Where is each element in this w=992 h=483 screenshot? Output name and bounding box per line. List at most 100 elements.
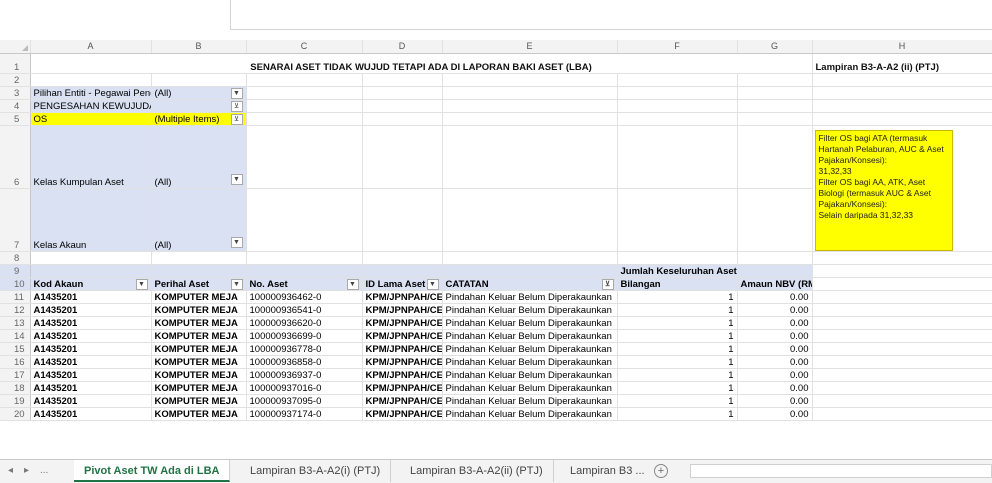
cell-catatan[interactable]: Pindahan Keluar Belum Diperakaunkan — [442, 303, 618, 317]
cell-no-aset[interactable]: 100000936620-0 — [246, 316, 363, 330]
cell[interactable] — [442, 188, 618, 252]
cell-catatan[interactable]: Pindahan Keluar Belum Diperakaunkan — [442, 342, 618, 356]
tab-lampiran-b3-a-a2-ii[interactable]: Lampiran B3-A-A2(ii) (PTJ) — [400, 460, 554, 482]
row-header[interactable]: 4 — [0, 99, 31, 113]
cell[interactable] — [246, 251, 363, 265]
cell[interactable] — [617, 125, 738, 189]
cell-amaun[interactable]: 0.00 — [737, 303, 813, 317]
cell-id-lama-aset[interactable]: KPM/JPNPAH/CE — [362, 407, 443, 421]
filter-value[interactable]: (All) ▼ — [151, 125, 247, 189]
cell-catatan[interactable]: Pindahan Keluar Belum Diperakaunkan — [442, 316, 618, 330]
cell-amaun[interactable]: 0.00 — [737, 290, 813, 304]
cell[interactable] — [362, 86, 443, 100]
cell-perihal-aset[interactable]: KOMPUTER MEJA — [151, 329, 247, 343]
cell[interactable] — [812, 368, 992, 382]
cell[interactable] — [617, 86, 738, 100]
header-kod-akaun[interactable]: Kod Akaun ▼ — [30, 277, 152, 291]
cell-id-lama-aset[interactable]: KPM/JPNPAH/CE — [362, 316, 443, 330]
dropdown-icon[interactable]: ▼ — [230, 173, 243, 185]
filter-label[interactable]: OS — [30, 112, 152, 126]
row-header[interactable]: 6 — [0, 125, 31, 189]
cell-bilangan[interactable]: 1 — [617, 407, 738, 421]
dropdown-icon[interactable]: ▼ — [135, 278, 148, 289]
cell-amaun[interactable]: 0.00 — [737, 342, 813, 356]
prev-sheet-icon[interactable]: ◂ — [8, 465, 13, 476]
cell-bilangan[interactable]: 1 — [617, 355, 738, 369]
row-header[interactable]: 11 — [0, 290, 31, 304]
cell-kod-akaun[interactable]: A1435201 — [30, 368, 152, 382]
cell-id-lama-aset[interactable]: KPM/JPNPAH/CE — [362, 342, 443, 356]
cell[interactable] — [362, 99, 443, 113]
cell[interactable] — [737, 188, 813, 252]
cell[interactable] — [362, 251, 443, 265]
cell[interactable] — [362, 188, 443, 252]
cell[interactable] — [30, 264, 152, 278]
dropdown-icon[interactable]: ▼ — [426, 278, 439, 289]
cell-id-lama-aset[interactable]: KPM/JPNPAH/CE — [362, 355, 443, 369]
cell[interactable] — [617, 73, 738, 87]
cell[interactable] — [737, 125, 813, 189]
cell-no-aset[interactable]: 100000937095-0 — [246, 394, 363, 408]
cell-no-aset[interactable]: 100000936462-0 — [246, 290, 363, 304]
row-header[interactable]: 2 — [0, 73, 31, 87]
cell-kod-akaun[interactable]: A1435201 — [30, 407, 152, 421]
column-header-c[interactable]: C — [246, 40, 363, 54]
tab-pivot-aset-tw[interactable]: Pivot Aset TW Ada di LBA — [74, 460, 231, 482]
cell[interactable] — [737, 251, 813, 265]
dropdown-icon[interactable]: ▼ — [346, 278, 359, 289]
cell[interactable] — [812, 355, 992, 369]
cell-amaun[interactable]: 0.00 — [737, 394, 813, 408]
cell-amaun[interactable]: 0.00 — [737, 329, 813, 343]
cell[interactable] — [362, 73, 443, 87]
filter-label[interactable]: PENGESAHAN KEWUJUDAN TW — [30, 99, 152, 113]
cell[interactable] — [617, 99, 738, 113]
cell-bilangan[interactable]: 1 — [617, 394, 738, 408]
column-header-b[interactable]: B — [151, 40, 247, 54]
column-header-a[interactable]: A — [30, 40, 152, 54]
cell[interactable] — [812, 394, 992, 408]
cell[interactable] — [151, 264, 247, 278]
cell[interactable] — [617, 188, 738, 252]
header-perihal-aset[interactable]: Perihal Aset ▼ — [151, 277, 247, 291]
cell-catatan[interactable]: Pindahan Keluar Belum Diperakaunkan — [442, 355, 618, 369]
cell[interactable] — [617, 251, 738, 265]
cell[interactable] — [812, 407, 992, 421]
cell-amaun[interactable]: 0.00 — [737, 316, 813, 330]
cell-bilangan[interactable]: 1 — [617, 290, 738, 304]
cell-no-aset[interactable]: 100000936778-0 — [246, 342, 363, 356]
tab-lampiran-b3-a-a2-i[interactable]: Lampiran B3-A-A2(i) (PTJ) — [240, 460, 392, 482]
dropdown-icon[interactable]: ▼ — [230, 236, 243, 248]
horizontal-scrollbar[interactable] — [690, 464, 992, 478]
filter-value[interactable]: (All) ▼ — [151, 188, 247, 252]
cell-kod-akaun[interactable]: A1435201 — [30, 381, 152, 395]
more-sheets-ellipsis[interactable]: ... — [40, 465, 48, 476]
cell-catatan[interactable]: Pindahan Keluar Belum Diperakaunkan — [442, 368, 618, 382]
row-header[interactable]: 10 — [0, 277, 31, 291]
cell[interactable] — [151, 251, 247, 265]
row-header[interactable]: 18 — [0, 381, 31, 395]
cell[interactable] — [442, 264, 618, 278]
column-header-e[interactable]: E — [442, 40, 618, 54]
add-sheet-icon[interactable]: + — [654, 464, 668, 478]
cell-perihal-aset[interactable]: KOMPUTER MEJA — [151, 342, 247, 356]
row-header[interactable]: 17 — [0, 368, 31, 382]
cell[interactable] — [812, 99, 992, 113]
cell[interactable] — [246, 73, 363, 87]
cell-no-aset[interactable]: 100000936937-0 — [246, 368, 363, 382]
cell[interactable] — [812, 329, 992, 343]
filter-label[interactable]: Kelas Kumpulan Aset — [30, 125, 152, 189]
row-header[interactable]: 15 — [0, 342, 31, 356]
cell-catatan[interactable]: Pindahan Keluar Belum Diperakaunkan — [442, 407, 618, 421]
cell[interactable] — [737, 112, 813, 126]
cell[interactable] — [246, 125, 363, 189]
cell[interactable] — [246, 188, 363, 252]
row-header[interactable]: 8 — [0, 251, 31, 265]
cell[interactable] — [812, 251, 992, 265]
cell[interactable] — [442, 112, 618, 126]
cell[interactable] — [362, 264, 443, 278]
cell[interactable] — [442, 99, 618, 113]
cell-id-lama-aset[interactable]: KPM/JPNPAH/CE — [362, 290, 443, 304]
cell-catatan[interactable]: Pindahan Keluar Belum Diperakaunkan — [442, 290, 618, 304]
cell-no-aset[interactable]: 100000937174-0 — [246, 407, 363, 421]
note-cell[interactable]: Filter OS bagi ATA (termasuk Hartanah Pe… — [812, 125, 992, 252]
